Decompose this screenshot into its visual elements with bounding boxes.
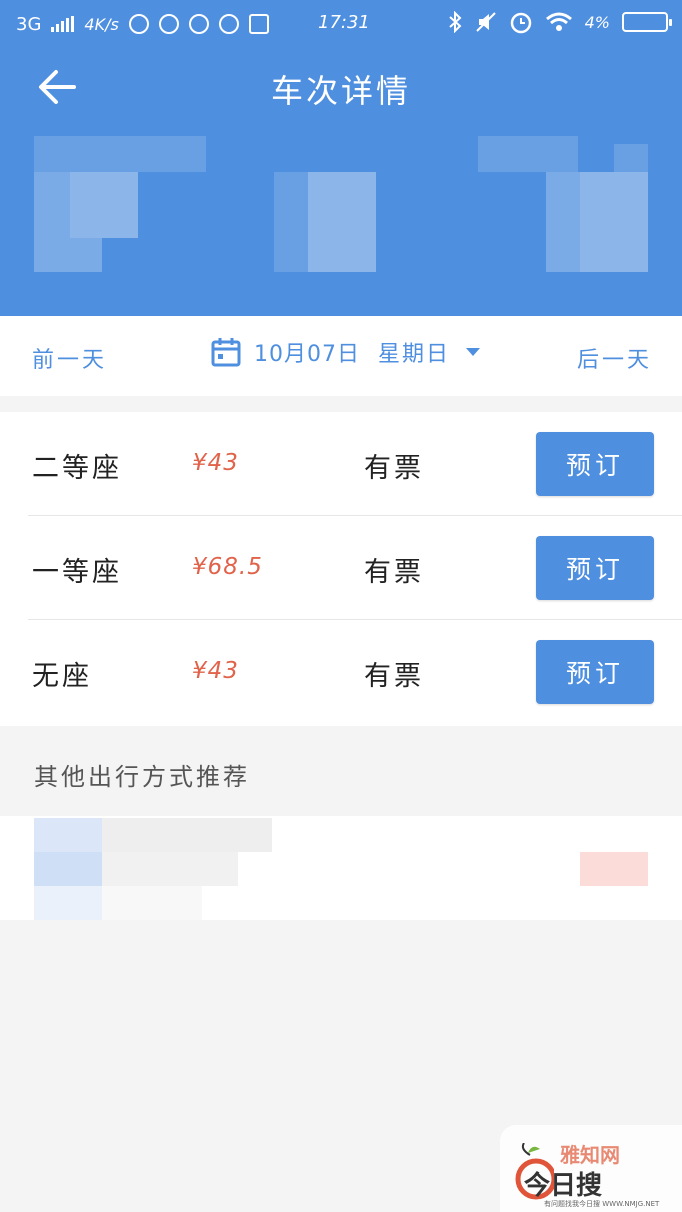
seat-availability: 有票: [364, 557, 424, 588]
other-travel-heading: 其他出行方式推荐: [34, 763, 250, 791]
alarm-icon: [510, 12, 531, 34]
browser-icon: [128, 14, 149, 34]
app-header: 车次详情: [0, 48, 682, 316]
page-title: 车次详情: [270, 72, 411, 110]
watermark: 雅知网 今日搜 有问题找我今日搜 WWW.NMJG.NET: [500, 1125, 682, 1212]
seat-price: ¥43: [192, 658, 239, 684]
wifi-icon: [545, 12, 572, 31]
seat-availability: 有票: [364, 661, 424, 692]
weibo-icon: [218, 14, 239, 34]
seat-availability: 有票: [364, 453, 424, 484]
wechat-icon: [158, 14, 179, 34]
book-button[interactable]: 预订: [536, 536, 654, 600]
signal-icon: [51, 16, 75, 32]
mute-icon: [475, 12, 496, 32]
seat-type: 无座: [32, 661, 92, 692]
seat-price: ¥68.5: [192, 554, 263, 580]
watermark-site-name: 雅知网: [560, 1143, 620, 1167]
dropdown-caret-icon: [466, 348, 481, 356]
date-picker[interactable]: 10月07日 星期日: [210, 336, 481, 368]
next-day-button[interactable]: 后一天: [577, 342, 652, 374]
other-travel-card[interactable]: [0, 816, 682, 920]
date-selector-bar: 前一天 10月07日 星期日 后一天: [0, 316, 682, 396]
seat-row: 一等座 ¥68.5 有票 预订: [0, 516, 682, 620]
status-bar: 3G 4K/s 17:31 4%: [0, 0, 682, 48]
seat-type: 一等座: [32, 557, 122, 588]
app-s-icon: [248, 14, 269, 34]
book-button[interactable]: 预订: [536, 640, 654, 704]
book-button[interactable]: 预订: [536, 432, 654, 496]
bluetooth-icon: [448, 11, 462, 33]
clock: 17:31: [318, 12, 370, 33]
seat-price: ¥43: [192, 450, 239, 476]
seat-row: 二等座 ¥43 有票 预订: [0, 412, 682, 516]
seat-list: 二等座 ¥43 有票 预订 一等座 ¥68.5 有票 预订 无座 ¥43 有票 …: [0, 412, 682, 726]
network-type: 3G: [16, 13, 42, 35]
prev-day-button[interactable]: 前一天: [32, 342, 107, 374]
watermark-url: 有问题找我今日搜 WWW.NMJG.NET: [544, 1200, 660, 1208]
selected-date: 10月07日: [254, 342, 360, 367]
seat-row: 无座 ¥43 有票 预订: [0, 620, 682, 724]
network-speed: 4K/s: [84, 14, 119, 34]
seat-type: 二等座: [32, 453, 122, 484]
battery-icon: [622, 12, 672, 32]
selected-weekday: 星期日: [378, 342, 451, 367]
calendar-icon: [211, 338, 241, 367]
battery-percent: 4%: [584, 12, 610, 32]
watermark-brand: 今日搜: [524, 1171, 603, 1201]
qq-icon: [188, 14, 209, 34]
